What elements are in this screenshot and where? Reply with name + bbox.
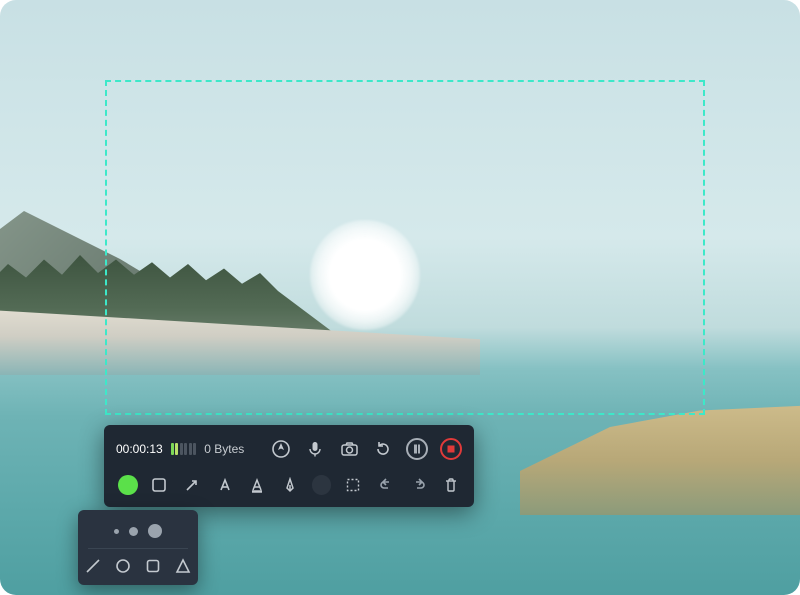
stroke-style-popup [78, 510, 198, 585]
marquee-tool-button[interactable] [342, 474, 364, 496]
microphone-button[interactable] [304, 438, 326, 460]
recorder-toolbar: 00:00:13 0 Bytes [104, 425, 474, 507]
audio-level-meter [171, 443, 197, 455]
trash-button[interactable] [440, 474, 462, 496]
restart-button[interactable] [372, 438, 394, 460]
fill-tool-button[interactable] [312, 475, 332, 495]
redo-button[interactable] [408, 474, 430, 496]
stroke-size-medium[interactable] [129, 527, 138, 536]
stroke-size-small[interactable] [114, 529, 119, 534]
arrow-tool-button[interactable] [181, 474, 203, 496]
recording-timer: 00:00:13 [116, 442, 163, 456]
cursor-highlight-button[interactable] [270, 438, 292, 460]
rectangle-tool-button[interactable] [149, 474, 171, 496]
highlighter-tool-button[interactable] [247, 474, 269, 496]
text-tool-button[interactable] [214, 474, 236, 496]
pen-tool-button[interactable] [279, 474, 301, 496]
color-picker-button[interactable] [118, 475, 138, 495]
scenery-sun [310, 220, 420, 330]
popup-divider [88, 548, 188, 549]
camera-button[interactable] [338, 438, 360, 460]
shape-line-button[interactable] [84, 556, 102, 576]
recording-filesize: 0 Bytes [204, 442, 244, 456]
undo-button[interactable] [375, 474, 397, 496]
shape-square-button[interactable] [144, 556, 162, 576]
stroke-size-large[interactable] [148, 524, 162, 538]
stop-record-button[interactable] [440, 438, 462, 460]
pause-button[interactable] [406, 438, 428, 460]
scenery-grass [520, 405, 800, 515]
desktop-background: 00:00:13 0 Bytes [0, 0, 800, 595]
shape-circle-button[interactable] [114, 556, 132, 576]
shape-triangle-button[interactable] [174, 556, 192, 576]
